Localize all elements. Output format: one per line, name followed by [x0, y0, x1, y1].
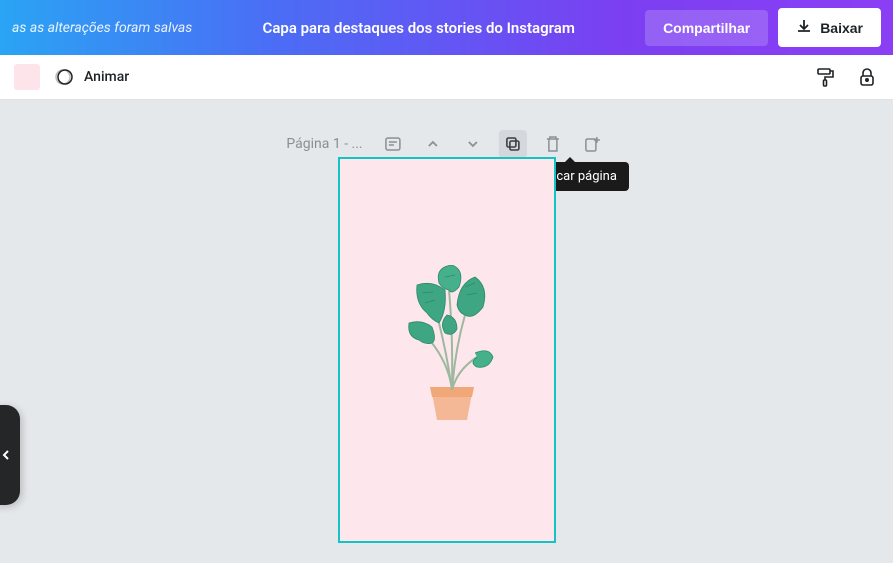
lock-icon[interactable]: [855, 65, 879, 89]
chevron-down-icon[interactable]: [459, 130, 487, 158]
toolbar-right: [813, 65, 879, 89]
color-swatch[interactable]: [14, 64, 40, 90]
delete-page-icon[interactable]: [539, 130, 567, 158]
animate-label: Animar: [84, 69, 129, 85]
paint-roller-icon[interactable]: [813, 65, 837, 89]
duplicate-page-icon[interactable]: [499, 130, 527, 158]
page-label: Página 1 - ...: [286, 136, 362, 152]
header-actions: Compartilhar Baixar: [645, 8, 881, 47]
download-label: Baixar: [820, 20, 863, 36]
workspace: Página 1 - ...: [0, 100, 893, 563]
save-status: as as alterações foram salvas: [12, 20, 192, 36]
document-title: Capa para destaques dos stories do Insta…: [192, 19, 645, 37]
download-icon: [796, 18, 812, 37]
canvas[interactable]: [338, 157, 556, 543]
animate-icon: [54, 66, 76, 88]
app-header: as as alterações foram salvas Capa para …: [0, 0, 893, 55]
add-page-icon[interactable]: [579, 130, 607, 158]
plant-illustration: [397, 265, 497, 435]
share-button[interactable]: Compartilhar: [645, 10, 768, 46]
download-button[interactable]: Baixar: [778, 8, 881, 47]
animate-button[interactable]: Animar: [54, 66, 129, 88]
notes-icon[interactable]: [379, 130, 407, 158]
toolbar: Animar: [0, 55, 893, 100]
chevron-up-icon[interactable]: [419, 130, 447, 158]
expand-sidebar-tab[interactable]: [0, 405, 20, 505]
page-controls: Página 1 - ...: [286, 130, 606, 158]
